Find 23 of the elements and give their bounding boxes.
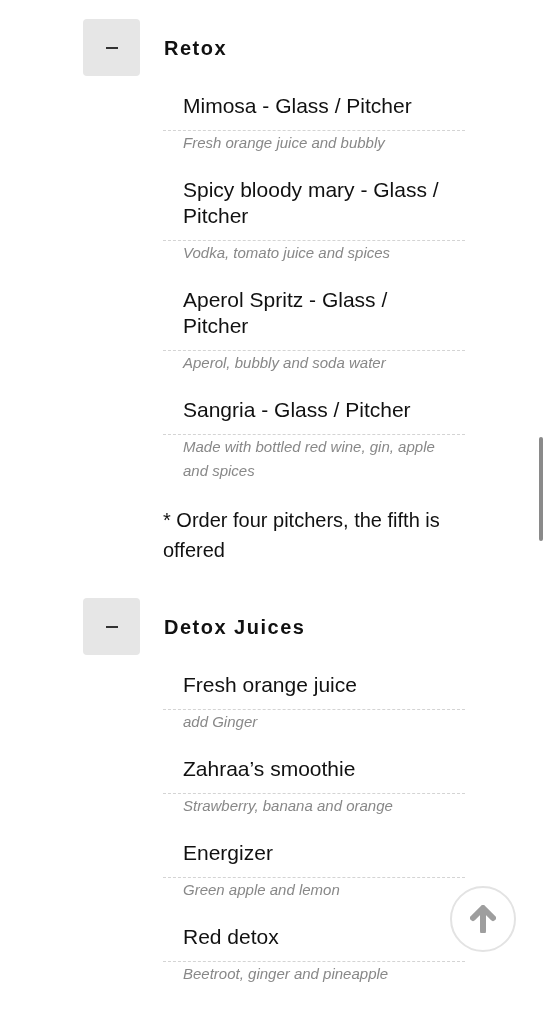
menu-item-description: Beetroot, ginger and pineapple	[182, 964, 390, 984]
menu-item-name: Energizer	[183, 840, 274, 866]
collapse-toggle[interactable]	[83, 598, 140, 655]
arrow-up-icon	[470, 905, 496, 933]
menu-item-name: Aperol Spritz - Glass / Pitcher	[183, 287, 389, 339]
menu-item-description: Made with bottled red wine, gin, apple and spices	[182, 437, 436, 481]
menu-item-name: Zahraa’s smoothie	[183, 756, 357, 782]
collapse-toggle[interactable]	[83, 19, 140, 76]
section-title: Detox Juices	[164, 614, 306, 640]
menu-item-description: Fresh orange juice and bubbly	[182, 133, 387, 153]
menu-item-description: Aperol, bubbly and soda water	[181, 353, 387, 373]
menu-item-name: Fresh orange juice	[183, 672, 358, 698]
menu-item-name: Red detox	[183, 924, 280, 950]
menu-item-description: add Ginger	[182, 712, 259, 732]
offer-note: * Order four pitchers, the fifth is offered	[163, 508, 441, 563]
menu-item-name: Mimosa - Glass / Pitcher	[183, 93, 413, 119]
section-title: Retox	[164, 35, 228, 61]
scrollbar-thumb[interactable]	[539, 437, 543, 541]
menu-item-description: Strawberry, banana and orange	[182, 796, 394, 816]
menu-item-name: Sangria - Glass / Pitcher	[183, 397, 412, 423]
menu-item-description: Vodka, tomato juice and spices	[182, 243, 392, 263]
menu-item-name: Spicy bloody mary - Glass / Pitcher	[183, 177, 440, 229]
menu-item-description: Green apple and lemon	[182, 880, 341, 900]
